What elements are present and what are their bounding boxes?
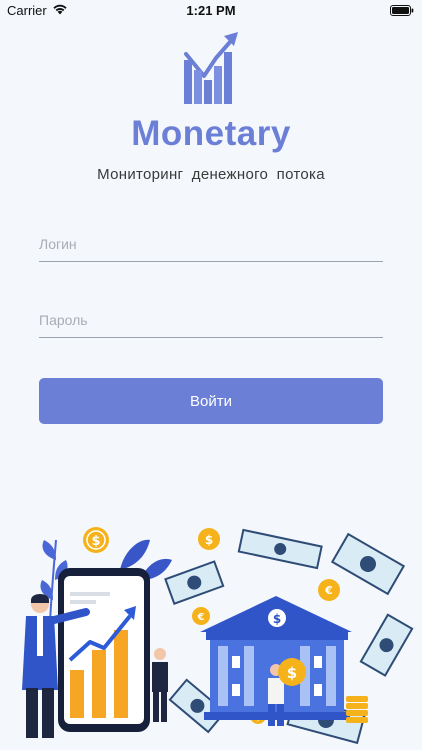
app-tagline: Мониторинг денежного потока (97, 166, 325, 183)
password-input[interactable] (39, 303, 383, 337)
svg-text:$: $ (91, 534, 100, 549)
svg-text:$: $ (287, 664, 297, 682)
euro-coin-icon: € (192, 607, 210, 625)
login-input[interactable] (39, 227, 383, 261)
logo-icon (184, 32, 238, 104)
small-man-figure (152, 648, 168, 722)
password-field-container (39, 303, 383, 338)
svg-text:€: € (197, 612, 205, 623)
euro-coin-icon: € (318, 579, 340, 601)
dollar-coin-icon: $ (83, 527, 109, 553)
svg-text:$: $ (273, 612, 281, 626)
svg-text:$: $ (205, 533, 213, 547)
clock: 1:21 PM (186, 3, 236, 18)
growth-chart-icon (58, 568, 150, 732)
dollar-coin-icon: $ (198, 528, 220, 550)
login-field-container (39, 227, 383, 262)
app-name: Monetary (131, 114, 291, 153)
login-button[interactable]: Войти (39, 378, 383, 424)
svg-text:€: € (324, 584, 333, 597)
coin-stack (346, 696, 368, 723)
battery-icon (390, 5, 414, 16)
finance-illustration: $ $ € € $ $ (22, 527, 414, 745)
status-bar: Carrier 1:21 PM (0, 0, 422, 22)
